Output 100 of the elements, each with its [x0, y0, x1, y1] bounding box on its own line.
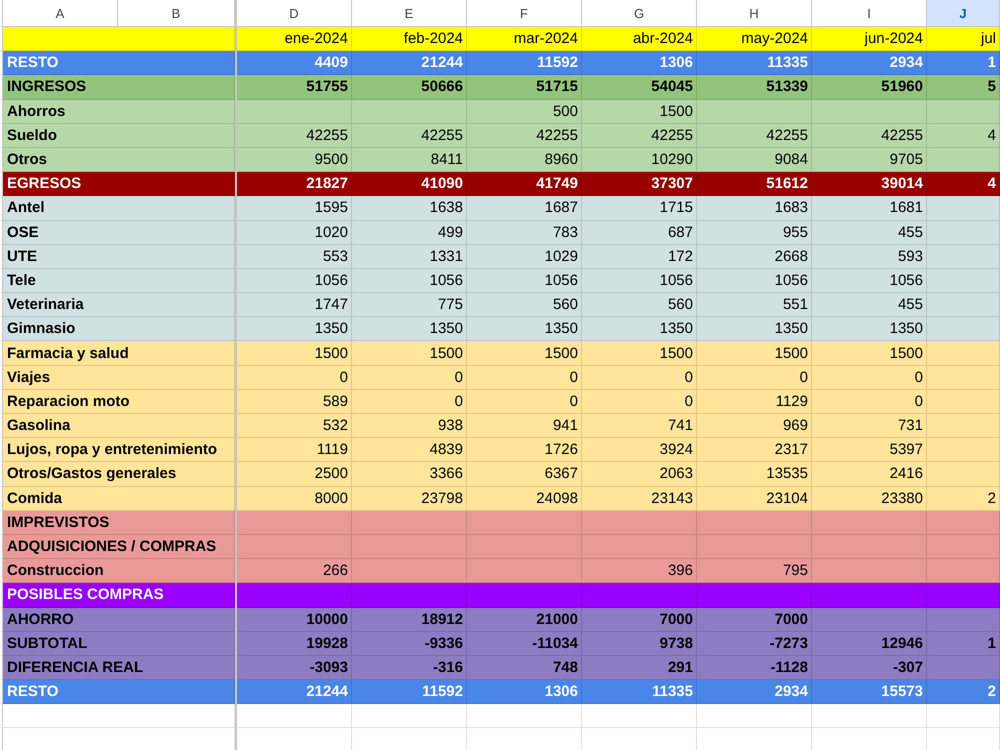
- table-cell: abr-2024: [582, 27, 697, 52]
- row-label: Antel: [3, 196, 235, 220]
- table-cell: 2: [927, 486, 1000, 511]
- table-cell: 1595: [237, 196, 352, 220]
- table-cell: 4409: [237, 51, 352, 76]
- table-cell: 938: [352, 414, 467, 438]
- table-cell: 2500: [237, 462, 352, 487]
- table-cell: 1638: [352, 196, 467, 220]
- table-cell: 18912: [352, 608, 467, 632]
- row-label: RESTO: [3, 51, 235, 76]
- table-cell: mar-2024: [467, 27, 582, 52]
- table-cell: 2063: [582, 462, 697, 487]
- table-cell: 0: [697, 366, 812, 390]
- column-header[interactable]: H: [697, 0, 812, 27]
- column-header[interactable]: D: [237, 0, 352, 27]
- table-cell: ene-2024: [237, 27, 352, 52]
- table-cell: 11592: [467, 51, 582, 76]
- row-label: Sueldo: [3, 124, 235, 148]
- table-cell: 687: [582, 220, 697, 245]
- table-cell: 11335: [582, 680, 697, 704]
- table-cell: 1681: [812, 196, 927, 220]
- table-cell: 2: [927, 680, 1000, 704]
- table-cell: 41090: [352, 172, 467, 196]
- row-label: Viajes: [3, 366, 235, 390]
- table-cell: 291: [582, 656, 697, 680]
- table-cell: 24098: [467, 486, 582, 511]
- row-label: AHORRO: [3, 608, 235, 632]
- table-cell: feb-2024: [352, 27, 467, 52]
- table-cell: 0: [812, 390, 927, 414]
- table-cell: 0: [237, 366, 352, 390]
- table-cell: 15573: [812, 680, 927, 704]
- table-cell: jul: [927, 27, 1000, 52]
- row-label: Construccion: [3, 559, 235, 584]
- table-cell: 1: [927, 51, 1000, 76]
- table-cell: 1715: [582, 196, 697, 220]
- table-cell: 1500: [582, 100, 697, 124]
- table-cell: 42255: [812, 124, 927, 148]
- table-cell: 0: [582, 390, 697, 414]
- table-cell: 11335: [697, 51, 812, 76]
- table-cell: 1129: [697, 390, 812, 414]
- row-label: Reparacion moto: [3, 390, 235, 414]
- table-cell: 1687: [467, 196, 582, 220]
- table-cell: 51755: [237, 75, 352, 100]
- column-header[interactable]: I: [812, 0, 927, 27]
- table-cell: 1683: [697, 196, 812, 220]
- table-cell: 1350: [237, 317, 352, 342]
- table-cell: 955: [697, 220, 812, 245]
- table-cell: 13535: [697, 462, 812, 487]
- table-cell: 54045: [582, 75, 697, 100]
- table-cell: 42255: [237, 124, 352, 148]
- table-cell: 1350: [352, 317, 467, 342]
- table-cell: 7000: [697, 608, 812, 632]
- table-cell: 1020: [237, 220, 352, 245]
- table-cell: 7000: [582, 608, 697, 632]
- column-header[interactable]: A: [3, 0, 118, 27]
- table-cell: 532: [237, 414, 352, 438]
- table-cell: 969: [697, 414, 812, 438]
- row-label: Veterinaria: [3, 293, 235, 318]
- table-cell: 741: [582, 414, 697, 438]
- row-label: Farmacia y salud: [3, 341, 235, 366]
- table-cell: 21000: [467, 608, 582, 632]
- table-cell: 6367: [467, 462, 582, 487]
- row-label: Gasolina: [3, 414, 235, 438]
- row-label: POSIBLES COMPRAS: [3, 583, 235, 608]
- table-cell: 2317: [697, 438, 812, 462]
- table-cell: 455: [812, 293, 927, 318]
- table-cell: 5: [927, 75, 1000, 100]
- column-header[interactable]: G: [582, 0, 697, 27]
- table-cell: 10290: [582, 148, 697, 172]
- table-cell: 1350: [697, 317, 812, 342]
- table-cell: 37307: [582, 172, 697, 196]
- table-cell: 1306: [467, 680, 582, 704]
- table-cell: 1500: [582, 341, 697, 366]
- table-cell: 499: [352, 220, 467, 245]
- row-label: Gimnasio: [3, 317, 235, 342]
- column-header[interactable]: F: [467, 0, 582, 27]
- column-header[interactable]: J: [927, 0, 1000, 27]
- table-cell: 11592: [352, 680, 467, 704]
- table-cell: 9705: [812, 148, 927, 172]
- table-cell: 21244: [352, 51, 467, 76]
- row-label: Tele: [3, 268, 235, 294]
- row-label: Otros: [3, 148, 235, 172]
- table-cell: 23380: [812, 486, 927, 511]
- table-cell: 9738: [582, 632, 697, 656]
- table-cell: 23143: [582, 486, 697, 511]
- table-cell: 1331: [352, 244, 467, 269]
- table-cell: 51612: [697, 172, 812, 196]
- table-cell: 941: [467, 414, 582, 438]
- table-cell: 42255: [467, 124, 582, 148]
- table-cell: 0: [812, 366, 927, 390]
- table-cell: 39014: [812, 172, 927, 196]
- row-label: EGRESOS: [3, 172, 235, 196]
- table-cell: 1747: [237, 293, 352, 318]
- column-header[interactable]: E: [352, 0, 467, 27]
- table-cell: 19928: [237, 632, 352, 656]
- column-header[interactable]: B: [118, 0, 235, 27]
- table-cell: 3924: [582, 438, 697, 462]
- table-cell: -7273: [697, 632, 812, 656]
- table-cell: 1350: [582, 317, 697, 342]
- row-label: Comida: [3, 486, 235, 511]
